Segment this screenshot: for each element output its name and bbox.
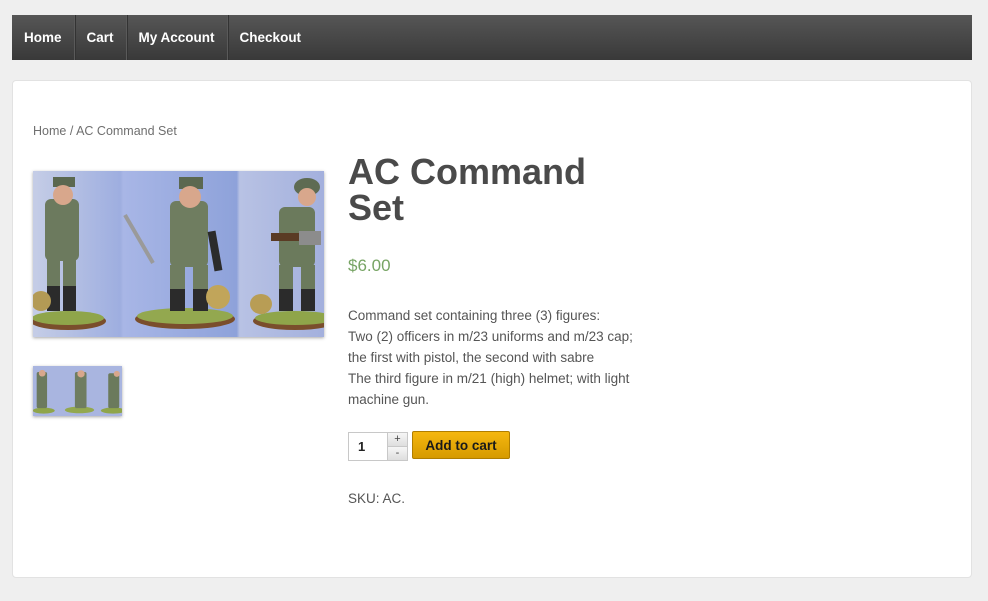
nav-my-account[interactable]: My Account (127, 15, 228, 60)
product-photo-icon (33, 171, 324, 337)
product-thumbnail-icon (33, 366, 122, 416)
add-to-cart-button[interactable]: Add to cart (412, 431, 510, 459)
description-line: The third figure in m/21 (high) helmet; … (348, 371, 630, 407)
product-description: Command set containing three (3) figures… (348, 305, 648, 410)
breadcrumb-current: AC Command Set (76, 124, 177, 138)
description-line: Command set containing three (3) figures… (348, 308, 601, 323)
product-content-panel: Home / AC Command Set AC Command Set $6.… (12, 80, 972, 578)
product-main-image[interactable] (33, 171, 324, 337)
quantity-decrement-button[interactable]: - (387, 447, 407, 460)
description-line: Two (2) officers in m/23 uniforms and m/… (348, 329, 633, 365)
breadcrumb-separator: / (66, 124, 77, 138)
product-thumbnail[interactable] (33, 366, 122, 416)
nav-cart[interactable]: Cart (75, 15, 127, 60)
nav-home[interactable]: Home (12, 15, 75, 60)
product-price: $6.00 (348, 256, 391, 275)
quantity-stepper: + - (348, 432, 408, 461)
breadcrumb-home-link[interactable]: Home (33, 124, 66, 138)
product-sku: SKU: AC. (348, 491, 406, 506)
breadcrumb: Home / AC Command Set (33, 124, 177, 138)
top-navigation: Home Cart My Account Checkout (12, 15, 972, 60)
quantity-increment-button[interactable]: + (387, 433, 407, 447)
product-title: AC Command Set (348, 151, 587, 228)
quantity-input[interactable] (349, 433, 387, 460)
nav-checkout[interactable]: Checkout (228, 15, 314, 60)
